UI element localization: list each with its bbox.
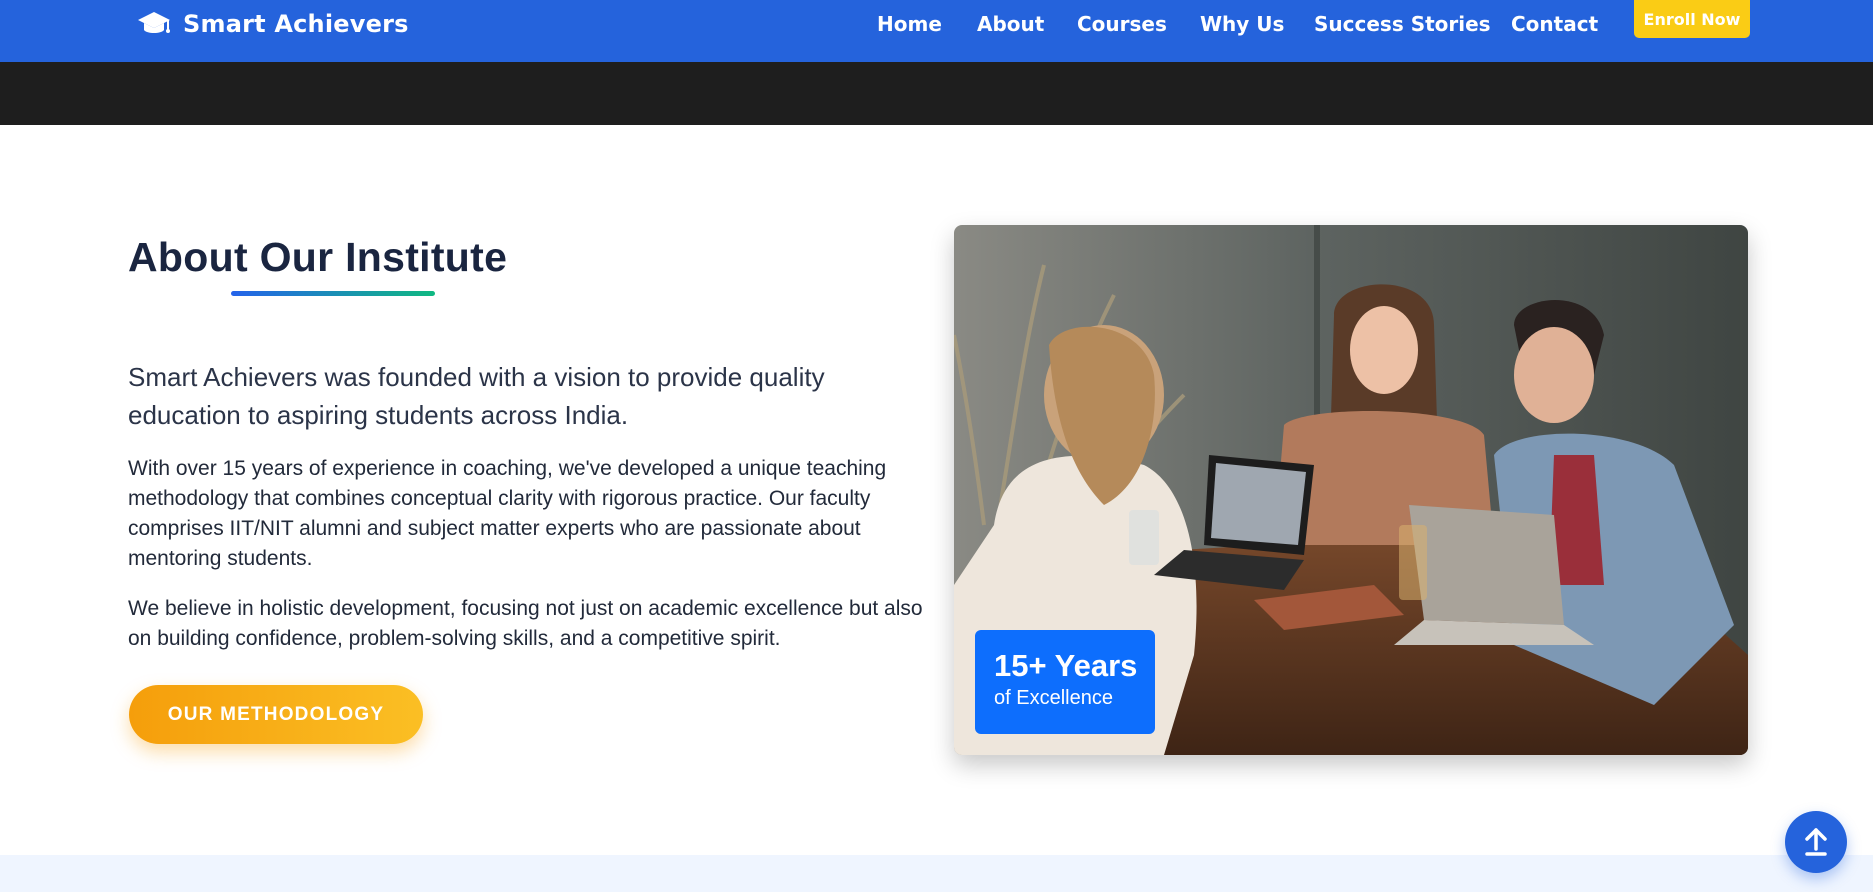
nav-home[interactable]: Home [877, 12, 942, 36]
our-methodology-button[interactable]: OUR METHODOLOGY [129, 685, 423, 744]
title-underline [231, 291, 435, 296]
badge-years: 15+ Years [994, 648, 1138, 683]
enroll-now-button[interactable]: Enroll Now [1634, 0, 1750, 38]
badge-caption: of Excellence [994, 687, 1113, 709]
next-section-strip [0, 855, 1873, 892]
dark-banner-strip [0, 62, 1873, 125]
top-navbar: Smart Achievers Home About Courses Why U… [0, 0, 1873, 62]
arrow-up-icon [1805, 828, 1827, 856]
nav-about[interactable]: About [977, 12, 1044, 36]
nav-why-us[interactable]: Why Us [1200, 12, 1284, 36]
nav-contact[interactable]: Contact [1511, 12, 1598, 36]
scroll-to-top-button[interactable] [1785, 811, 1847, 873]
nav-courses[interactable]: Courses [1077, 12, 1167, 36]
section-title: About Our Institute [128, 234, 508, 280]
about-paragraph-1: With over 15 years of experience in coac… [128, 457, 887, 570]
about-paragraph-2: We believe in holistic development, focu… [128, 597, 923, 650]
nav-success-stories[interactable]: Success Stories [1314, 12, 1491, 36]
about-lead-text: Smart Achievers was founded with a visio… [128, 362, 825, 430]
years-badge: 15+ Years of Excellence [975, 630, 1155, 734]
main-nav: Home About Courses Why Us Success Storie… [0, 0, 1873, 50]
